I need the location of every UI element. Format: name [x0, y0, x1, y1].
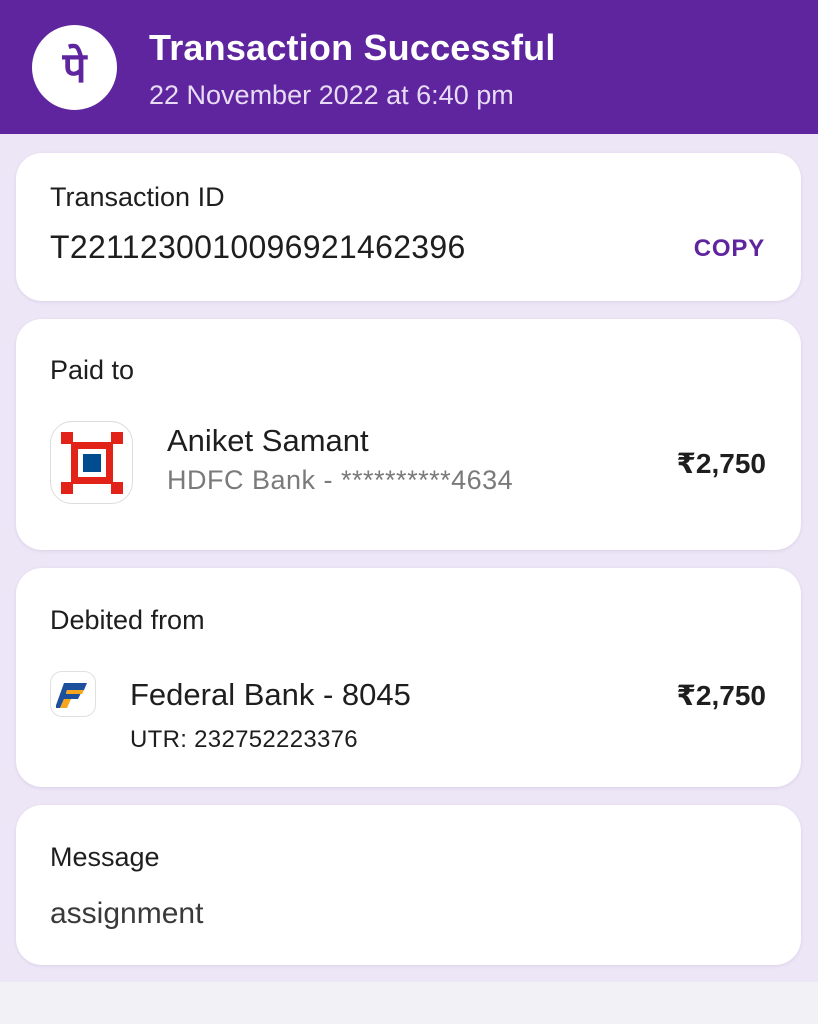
transaction-id-label: Transaction ID: [50, 182, 225, 212]
message-text: assignment: [50, 897, 204, 930]
payee-account: HDFC Bank - **********4634: [167, 465, 514, 495]
transaction-details-screen: पे Transaction Successful 22 November 20…: [0, 0, 818, 1024]
payee-name: Aniket Samant: [167, 423, 369, 458]
transaction-id-card: Transaction ID T2211230010096921462396 C…: [16, 153, 801, 301]
debited-amount: ₹2,750: [676, 680, 766, 711]
message-card: Message assignment: [16, 805, 801, 965]
debited-from-label: Debited from: [50, 605, 205, 635]
transaction-id-value: T2211230010096921462396: [50, 229, 466, 265]
utr-number: UTR: 232752223376: [130, 726, 358, 753]
debit-account: Federal Bank - 8045: [130, 677, 411, 712]
copy-button[interactable]: COPY: [694, 235, 765, 263]
phonepe-logo-icon: पे: [32, 25, 117, 110]
bottom-area: [0, 982, 818, 1024]
page-title: Transaction Successful: [149, 27, 556, 68]
hdfc-bank-icon: [50, 421, 133, 504]
paid-to-label: Paid to: [50, 355, 135, 385]
paid-amount: ₹2,750: [676, 448, 766, 479]
message-label: Message: [50, 842, 160, 872]
debited-from-card[interactable]: Debited from Federal Bank - 8045 UTR: 23…: [16, 568, 801, 787]
logo-glyph: पे: [62, 42, 87, 92]
success-header: पे Transaction Successful 22 November 20…: [0, 0, 818, 134]
paid-to-card[interactable]: Paid to Aniket Samant HDFC Bank - ******…: [16, 319, 801, 550]
transaction-datetime: 22 November 2022 at 6:40 pm: [149, 80, 514, 110]
federal-bank-icon: [50, 671, 96, 717]
